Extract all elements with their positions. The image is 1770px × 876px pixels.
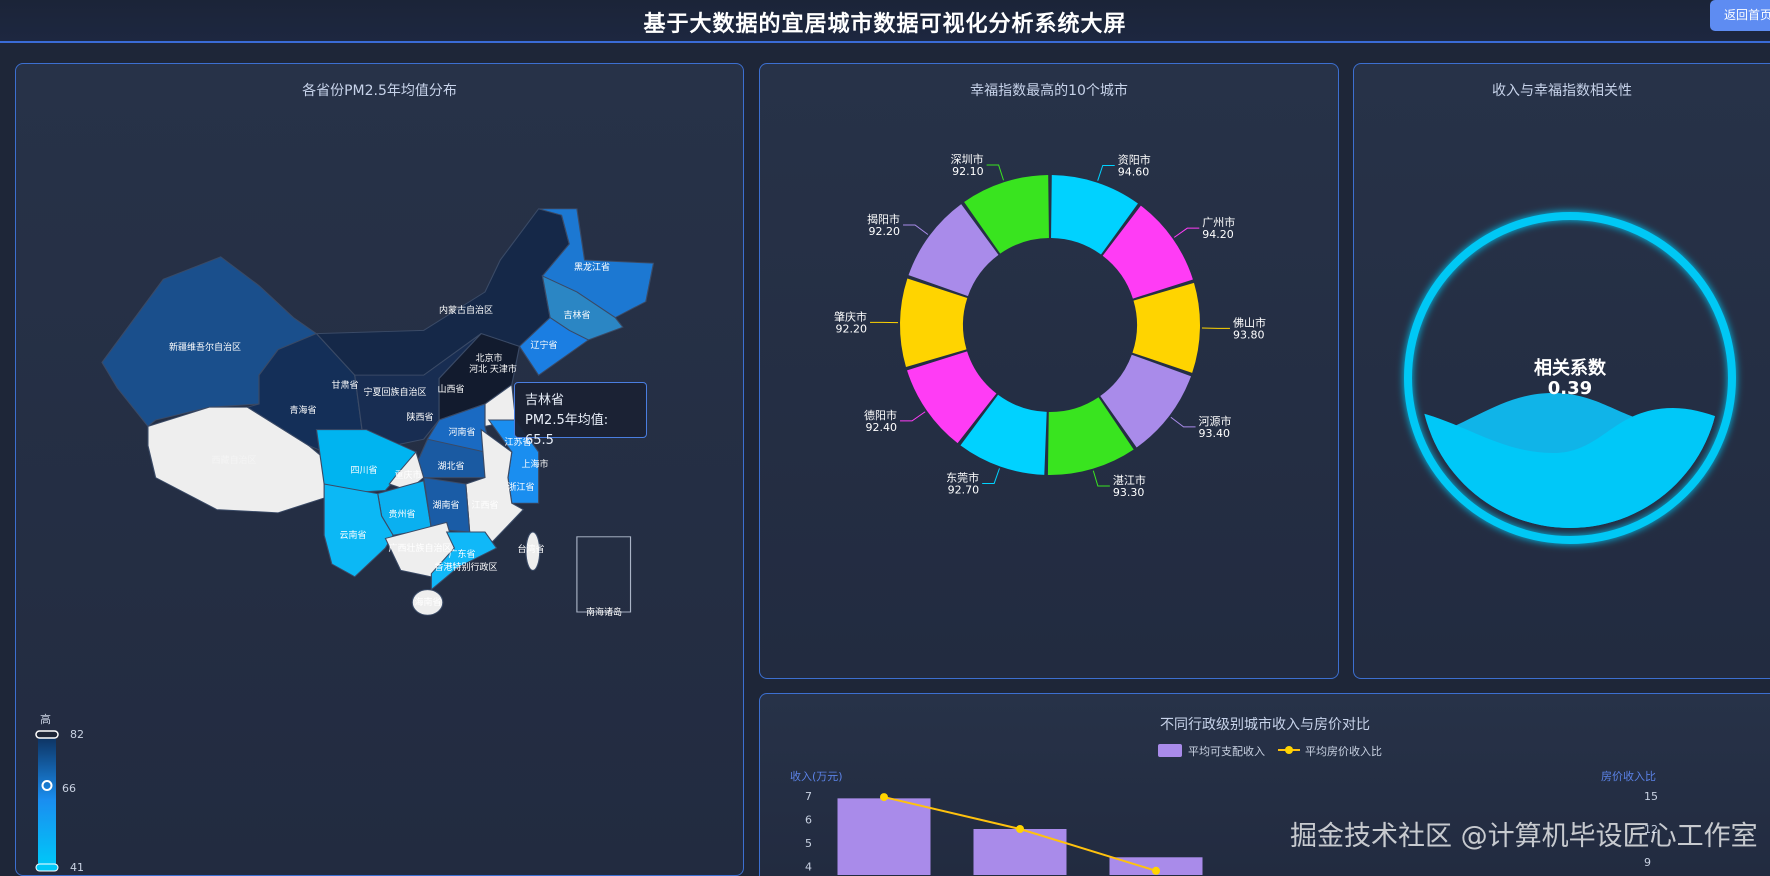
- left-tick-label: 5: [805, 837, 812, 850]
- ratio-point[interactable]: [1016, 825, 1024, 833]
- left-axis-name: 收入(万元): [790, 769, 843, 783]
- right-axis-name: 房价收入比: [1601, 769, 1656, 783]
- right-tick-label: 9: [1644, 856, 1651, 869]
- ratio-point[interactable]: [880, 793, 888, 802]
- income-bar[interactable]: [837, 798, 931, 875]
- legend-bar-swatch[interactable]: [1158, 744, 1182, 757]
- right-tick-label: 15: [1644, 790, 1658, 803]
- left-tick-label: 6: [805, 814, 812, 827]
- left-tick-label: 4: [805, 861, 812, 874]
- left-tick-label: 7: [805, 790, 812, 803]
- income-bar[interactable]: [973, 829, 1067, 875]
- legend-line-marker: [1285, 746, 1293, 754]
- income-housing-chart: 平均可支配收入 平均房价收入比 收入(万元) 房价收入比 765415129: [790, 744, 1658, 875]
- legend-bar-label[interactable]: 平均可支配收入: [1188, 744, 1265, 758]
- watermark: 掘金技术社区 @计算机毕设匠心工作室: [1290, 821, 1758, 852]
- ratio-point[interactable]: [1152, 866, 1160, 875]
- legend-line-label[interactable]: 平均房价收入比: [1305, 744, 1382, 758]
